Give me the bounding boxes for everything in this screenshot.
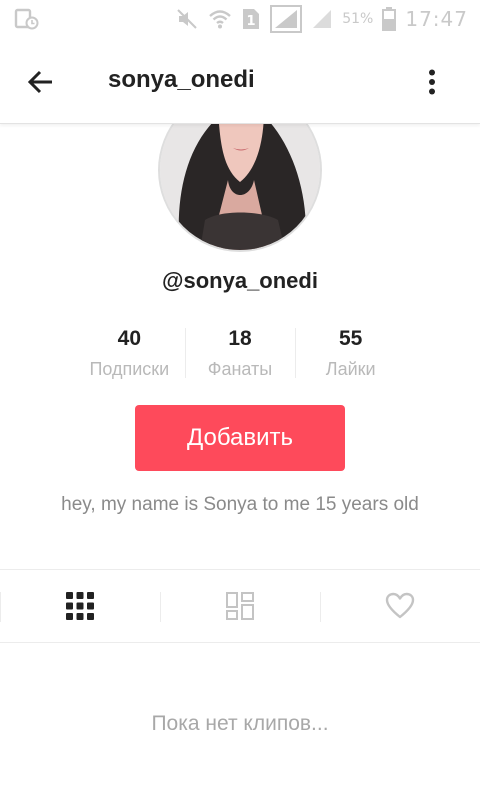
stat-likes[interactable]: 55 Лайки (295, 322, 406, 384)
clock: 17:47 (405, 7, 468, 31)
tiles-icon (226, 592, 254, 620)
profile-bio: hey, my name is Sonya to me 15 years old (61, 494, 419, 515)
content-tabs (0, 569, 480, 643)
heart-icon (385, 592, 415, 619)
signal-icon (270, 5, 303, 33)
status-bar: 1 51% 17:47 (0, 0, 480, 38)
top-app-bar: sonya_onedi (0, 38, 480, 124)
signal-icon (311, 8, 333, 30)
stat-value: 55 (339, 327, 363, 350)
stat-value: 40 (117, 327, 142, 350)
sim1-icon: 1 (241, 7, 261, 31)
stat-following[interactable]: 40 Подписки (74, 322, 185, 384)
tab-collections[interactable] (160, 570, 320, 642)
svg-text:1: 1 (247, 14, 256, 29)
back-button[interactable] (22, 64, 58, 100)
screen-record-icon (14, 8, 40, 30)
stat-label: Подписки (89, 359, 170, 379)
battery-icon (382, 7, 397, 31)
wifi-icon (208, 8, 232, 30)
stat-label: Лайки (325, 359, 376, 379)
stat-value: 18 (228, 327, 252, 350)
tab-videos[interactable] (0, 570, 160, 642)
stat-fans[interactable]: 18 Фанаты (184, 322, 296, 384)
mute-icon (175, 7, 199, 31)
add-friend-button[interactable]: Добавить (135, 405, 345, 471)
arrow-left-icon (27, 70, 52, 94)
more-vertical-icon (429, 69, 435, 95)
stat-label: Фанаты (207, 359, 273, 379)
page-title: sonya_onedi (108, 66, 255, 93)
tab-liked[interactable] (320, 570, 480, 642)
profile-stats: 40 Подписки 18 Фанаты 55 Лайки (74, 322, 406, 384)
more-options-button[interactable] (416, 64, 448, 100)
grid-icon (66, 592, 94, 620)
empty-state-text: Пока нет клипов... (151, 712, 329, 735)
battery-percent: 51% (342, 11, 374, 27)
profile-username: @sonya_onedi (162, 268, 318, 293)
